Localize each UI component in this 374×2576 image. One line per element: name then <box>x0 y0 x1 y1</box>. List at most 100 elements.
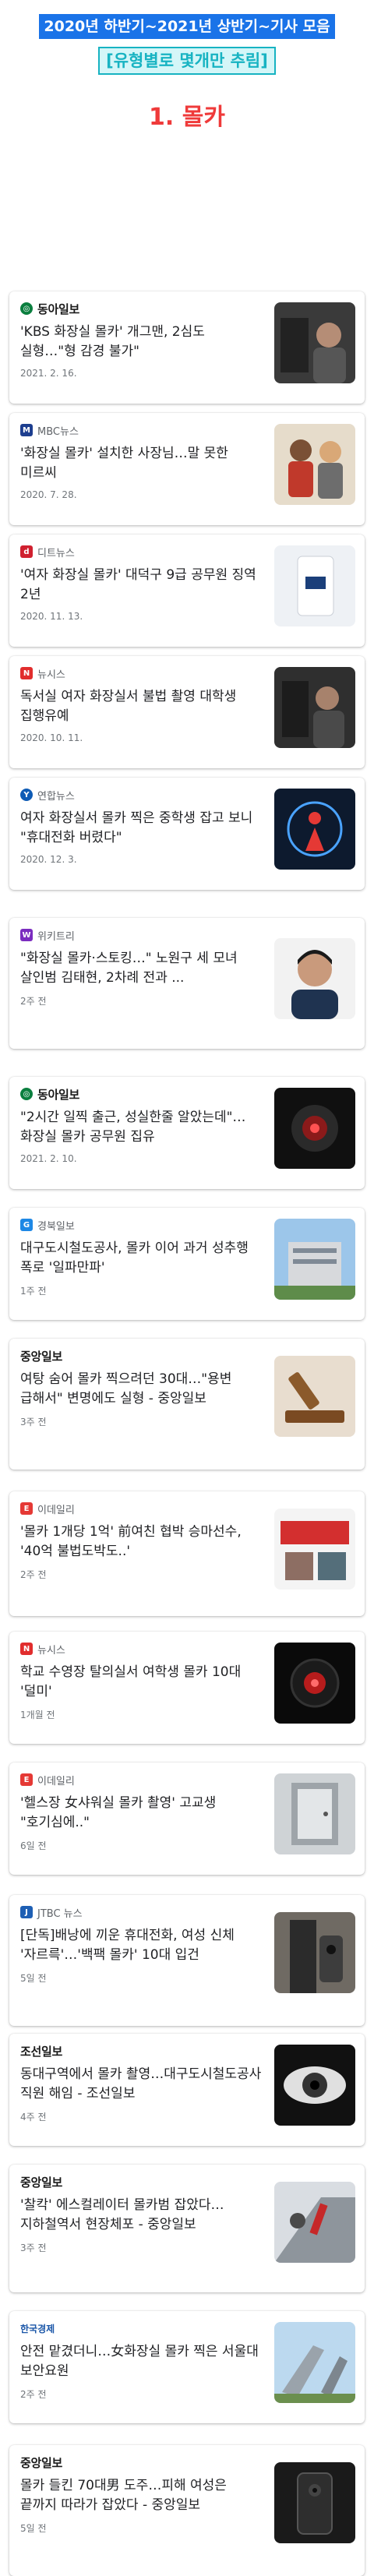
news-date: 2주 전 <box>20 996 47 1007</box>
source-name: 뉴시스 <box>37 1644 65 1657</box>
news-card[interactable]: 중앙일보 '찰칵' 에스컬레이터 몰카범 잡았다…지하철역서 현장체포 - 중앙… <box>9 2165 365 2292</box>
news-headline[interactable]: 몰카 들킨 70대男 도주…피해 여성은 끝까지 따라가 잡았다 - 중앙일보 <box>20 2476 263 2515</box>
news-thumbnail[interactable] <box>274 1643 355 1724</box>
news-card[interactable]: 중앙일보 몰카 들킨 70대男 도주…피해 여성은 끝까지 따라가 잡았다 - … <box>9 2445 365 2576</box>
news-thumbnail[interactable] <box>274 938 355 1019</box>
source-name: 조선일보 <box>20 2044 63 2059</box>
jtbc-logo-icon: J <box>20 1906 33 1918</box>
source-name: 중앙일보 <box>20 2455 63 2470</box>
newsis-logo-icon: N <box>20 667 33 679</box>
news-card[interactable]: 중앙일보 여탕 숨어 몰카 찍으려던 30대…"용변 급해서" 변명에도 실형 … <box>9 1339 365 1470</box>
news-card[interactable]: 한국경제 안전 맡겼더니…女화장실 몰카 찍은 서울대 보안요원 2주 전 <box>9 2311 365 2423</box>
source-name: 이데일리 <box>37 1504 75 1516</box>
source-name: 연합뉴스 <box>37 790 75 803</box>
news-card-body: 조선일보 동대구역에서 몰카 촬영…대구도시철도공사 직원 해임 - 조선일보 … <box>20 2043 263 2123</box>
news-source: ◎ 동아일보 <box>20 1086 263 1102</box>
news-thumbnail[interactable] <box>274 2462 355 2543</box>
news-source: W 위키트리 <box>20 927 263 943</box>
news-headline[interactable]: 대구도시철도공사, 몰카 이어 과거 성추행 폭로 '일파만파' <box>20 1239 263 1278</box>
news-card-body: M MBC뉴스 '화장실 몰카' 설치한 사장님…말 못한 미르씨 2020. … <box>20 422 263 500</box>
news-source: E 이데일리 <box>20 1772 263 1787</box>
news-headline[interactable]: 독서실 여자 화장실서 불법 촬영 대학생 집행유예 <box>20 687 263 726</box>
source-name: 동아일보 <box>37 302 80 316</box>
page: 2020년 하반기~2021년 상반기~기사 모음 [유형별로 몇개만 추림] … <box>0 0 374 2576</box>
news-card-body: W 위키트리 "화장실 몰카·스토킹…" 노원구 세 모녀 살인범 김태현, 2… <box>20 927 263 1007</box>
news-source: 중앙일보 <box>20 1348 263 1364</box>
donga-logo-icon: ◎ <box>20 302 33 315</box>
news-card[interactable]: E 이데일리 '몰카 1개당 1억' 前여친 협박 승마선수, '40억 불법도… <box>9 1491 365 1616</box>
news-date: 3주 전 <box>20 2243 47 2253</box>
news-date: 2주 전 <box>20 2389 47 2400</box>
news-source: 중앙일보 <box>20 2454 263 2470</box>
news-headline[interactable]: [단독]배낭에 끼운 휴대전화, 여성 신체 '자르륵'…'백팩 몰카' 10대… <box>20 1926 263 1965</box>
news-card-body: E 이데일리 '몰카 1개당 1억' 前여친 협박 승마선수, '40억 불법도… <box>20 1501 263 1581</box>
post-title: 2020년 하반기~2021년 상반기~기사 모음 <box>39 14 335 39</box>
news-source: N 뉴시스 <box>20 1641 263 1657</box>
source-name: 한국경제 <box>20 2323 55 2334</box>
news-source: ◎ 동아일보 <box>20 301 263 316</box>
news-card[interactable]: W 위키트리 "화장실 몰카·스토킹…" 노원구 세 모녀 살인범 김태현, 2… <box>9 918 365 1049</box>
news-date: 6일 전 <box>20 1840 47 1851</box>
news-headline[interactable]: '헬스장 女샤워실 몰카 촬영' 고교생 "호기심에.." <box>20 1794 263 1833</box>
news-thumbnail[interactable] <box>274 2182 355 2263</box>
news-thumbnail[interactable] <box>274 1088 355 1169</box>
news-headline[interactable]: 여탕 숨어 몰카 찍으려던 30대…"용변 급해서" 변명에도 실형 - 중앙일… <box>20 1370 263 1409</box>
news-headline[interactable]: "화장실 몰카·스토킹…" 노원구 세 모녀 살인범 김태현, 2차례 전과 .… <box>20 949 263 988</box>
news-headline[interactable]: '여자 화장실 몰카' 대덕구 9급 공무원 징역 2년 <box>20 566 263 605</box>
news-date: 4주 전 <box>20 2112 47 2123</box>
news-date: 2020. 11. 13. <box>20 611 83 622</box>
news-thumbnail[interactable] <box>274 1219 355 1300</box>
source-name: 뉴시스 <box>37 669 65 681</box>
news-headline[interactable]: 여자 화장실서 몰카 찍은 중학생 잡고 보니 "휴대전화 버렸다" <box>20 809 263 848</box>
news-card[interactable]: Y 연합뉴스 여자 화장실서 몰카 찍은 중학생 잡고 보니 "휴대전화 버렸다… <box>9 778 365 890</box>
edaily-logo-icon: E <box>20 1502 33 1515</box>
news-thumbnail[interactable] <box>274 2045 355 2126</box>
news-card-body: G 경북일보 대구도시철도공사, 몰카 이어 과거 성추행 폭로 '일파만파' … <box>20 1217 263 1297</box>
news-card[interactable]: J JTBC 뉴스 [단독]배낭에 끼운 휴대전화, 여성 신체 '자르륵'…'… <box>9 1895 365 2026</box>
news-headline[interactable]: 안전 맡겼더니…女화장실 몰카 찍은 서울대 보안요원 <box>20 2342 263 2381</box>
news-card[interactable]: G 경북일보 대구도시철도공사, 몰카 이어 과거 성추행 폭로 '일파만파' … <box>9 1208 365 1320</box>
news-source: 중앙일보 <box>20 2174 263 2190</box>
news-card[interactable]: d 디트뉴스 '여자 화장실 몰카' 대덕구 9급 공무원 징역 2년 2020… <box>9 535 365 647</box>
section-title: 1. 몰카 <box>149 104 225 131</box>
news-headline[interactable]: "2시간 일찍 출근, 성실한줄 알았는데"…화장실 몰카 공무원 집유 <box>20 1108 263 1147</box>
edaily-logo-icon: E <box>20 1773 33 1786</box>
news-thumbnail[interactable] <box>274 1356 355 1437</box>
news-headline[interactable]: 학교 수영장 탈의실서 여학생 몰카 10대 '덜미' <box>20 1663 263 1702</box>
source-name: 위키트리 <box>37 930 75 943</box>
news-thumbnail[interactable] <box>274 2322 355 2403</box>
news-thumbnail[interactable] <box>274 789 355 870</box>
news-headline[interactable]: 'KBS 화장실 몰카' 개그맨, 2심도 실형…"형 감경 불가" <box>20 323 263 362</box>
news-headline[interactable]: 동대구역에서 몰카 촬영…대구도시철도공사 직원 해임 - 조선일보 <box>20 2065 263 2104</box>
source-name: JTBC 뉴스 <box>37 1907 83 1920</box>
news-headline[interactable]: '찰칵' 에스컬레이터 몰카범 잡았다…지하철역서 현장체포 - 중앙일보 <box>20 2196 263 2235</box>
news-card-body: 한국경제 안전 맡겼더니…女화장실 몰카 찍은 서울대 보안요원 2주 전 <box>20 2320 263 2401</box>
news-card-body: N 뉴시스 독서실 여자 화장실서 불법 촬영 대학생 집행유예 2020. 1… <box>20 665 263 743</box>
news-thumbnail[interactable] <box>274 1773 355 1854</box>
news-card[interactable]: E 이데일리 '헬스장 女샤워실 몰카 촬영' 고교생 "호기심에.." 6일 … <box>9 1763 365 1875</box>
news-thumbnail[interactable] <box>274 545 355 626</box>
post-header: 2020년 하반기~2021년 상반기~기사 모음 [유형별로 몇개만 추림] … <box>0 0 374 136</box>
news-thumbnail[interactable] <box>274 302 355 383</box>
ditnews-logo-icon: d <box>20 545 33 558</box>
news-thumbnail[interactable] <box>274 424 355 505</box>
source-name: 중앙일보 <box>20 2175 63 2190</box>
source-name: 중앙일보 <box>20 1349 63 1364</box>
news-card[interactable]: M MBC뉴스 '화장실 몰카' 설치한 사장님…말 못한 미르씨 2020. … <box>9 413 365 525</box>
news-thumbnail[interactable] <box>274 1509 355 1590</box>
news-date: 2021. 2. 16. <box>20 368 77 379</box>
news-headline[interactable]: '화장실 몰카' 설치한 사장님…말 못한 미르씨 <box>20 444 263 483</box>
source-name: 디트뉴스 <box>37 547 75 559</box>
news-thumbnail[interactable] <box>274 1912 355 1993</box>
news-source: N 뉴시스 <box>20 665 263 681</box>
news-card[interactable]: 조선일보 동대구역에서 몰카 촬영…대구도시철도공사 직원 해임 - 조선일보 … <box>9 2034 365 2146</box>
source-name: 이데일리 <box>37 1775 75 1787</box>
news-card[interactable]: ◎ 동아일보 'KBS 화장실 몰카' 개그맨, 2심도 실형…"형 감경 불가… <box>9 291 365 404</box>
news-headline[interactable]: '몰카 1개당 1억' 前여친 협박 승마선수, '40억 불법도박도..' <box>20 1523 263 1561</box>
mbc-logo-icon: M <box>20 424 33 436</box>
news-thumbnail[interactable] <box>274 667 355 748</box>
news-card-body: Y 연합뉴스 여자 화장실서 몰카 찍은 중학생 잡고 보니 "휴대전화 버렸다… <box>20 787 263 865</box>
news-card[interactable]: N 뉴시스 학교 수영장 탈의실서 여학생 몰카 10대 '덜미' 1개월 전 <box>9 1632 365 1744</box>
news-card[interactable]: N 뉴시스 독서실 여자 화장실서 불법 촬영 대학생 집행유예 2020. 1… <box>9 656 365 768</box>
news-card[interactable]: ◎ 동아일보 "2시간 일찍 출근, 성실한줄 알았는데"…화장실 몰카 공무원… <box>9 1077 365 1189</box>
